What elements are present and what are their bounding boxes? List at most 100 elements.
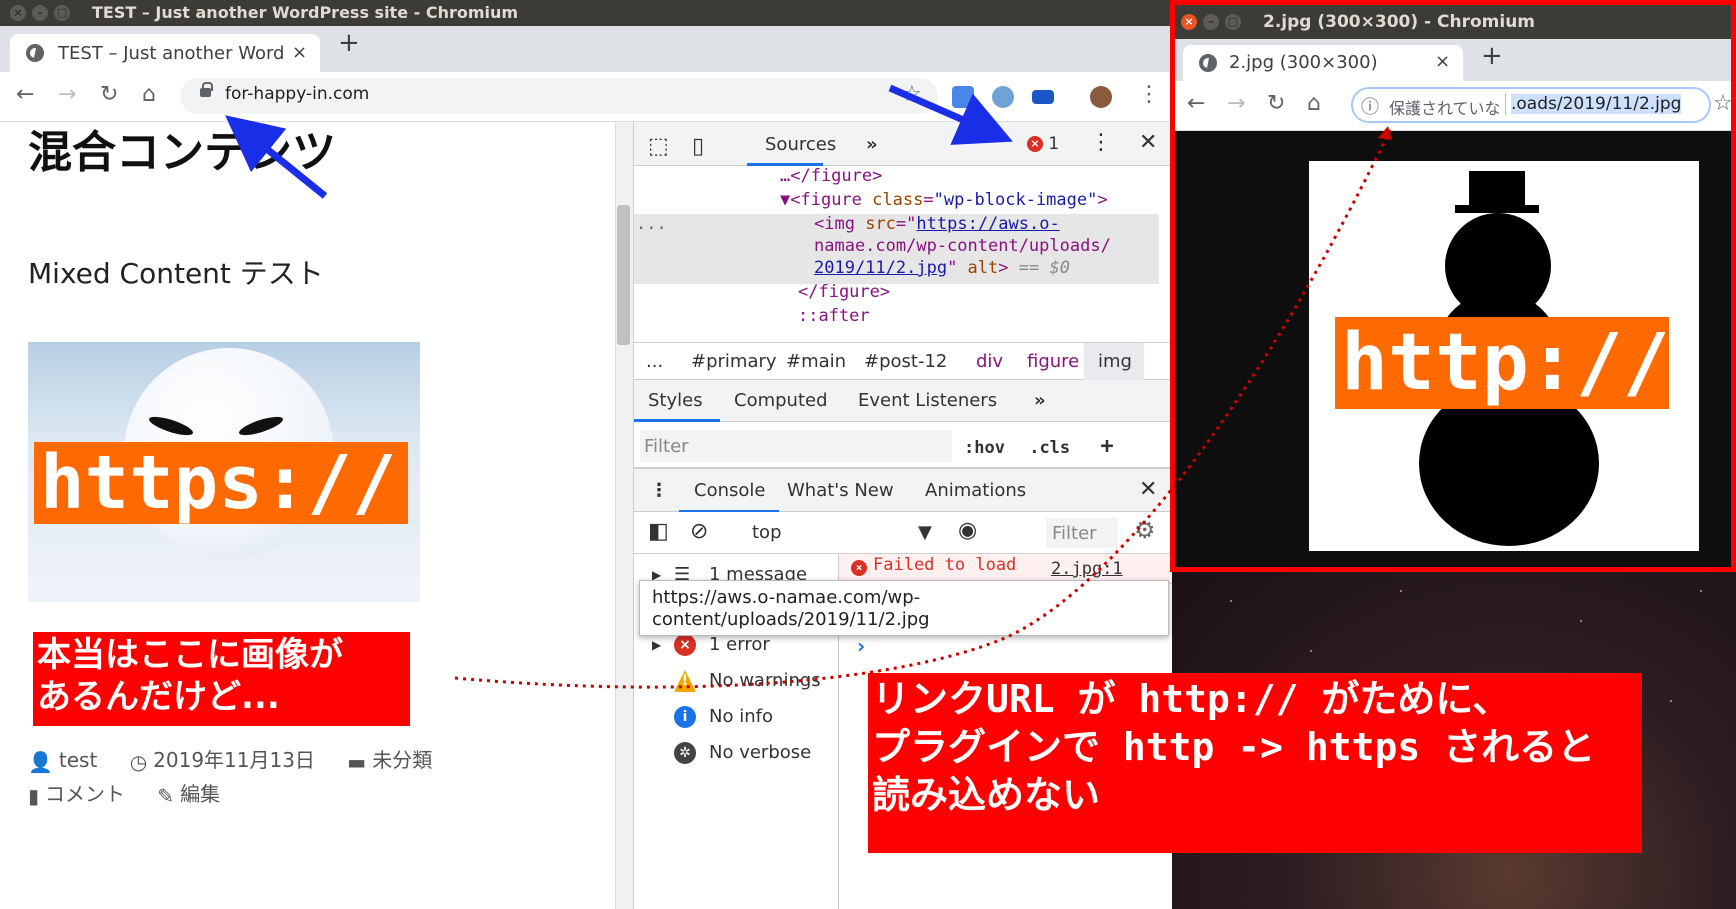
avatar[interactable]	[1090, 86, 1112, 108]
date-link[interactable]: 2019年11月13日	[153, 748, 315, 772]
tab-close-icon[interactable]: ×	[1435, 51, 1450, 72]
translate-extension-icon[interactable]	[952, 86, 974, 108]
tab-console[interactable]: Console	[694, 480, 765, 501]
new-rule-button[interactable]: +	[1100, 434, 1113, 459]
new-tab-button[interactable]: +	[1481, 41, 1503, 71]
minimize-window-icon[interactable]: –	[1203, 14, 1219, 30]
maximize-window-icon[interactable]: □	[1225, 14, 1241, 30]
address-bar[interactable]: ⓘ 保護されていな .oads/2019/11/2.jpg	[1351, 87, 1711, 123]
sidebar-item-verbose[interactable]: No verbose	[709, 742, 811, 763]
bookmark-star-icon[interactable]: ☆	[902, 82, 922, 107]
tab-whats-new[interactable]: What's New	[787, 480, 894, 501]
new-tab-button[interactable]: +	[338, 28, 360, 58]
devtools-top-bar: ⬚ ▯ Sources » × 1 ⋮ ✕	[634, 122, 1172, 166]
back-icon[interactable]: ←	[16, 82, 34, 107]
breadcrumb-item[interactable]: img	[1098, 351, 1132, 372]
edit-link[interactable]: 編集	[180, 782, 220, 806]
dom-line[interactable]: ▼<figure class="wp-block-image">	[780, 190, 1108, 210]
breadcrumb-item[interactable]: ...	[646, 351, 663, 372]
browser-tab[interactable]: 2.jpg (300×300) ×	[1183, 45, 1463, 81]
breadcrumb-item[interactable]: #main	[786, 351, 846, 372]
more-tabs-icon[interactable]: »	[1034, 390, 1046, 411]
sidebar-item-errors[interactable]: 1 error	[709, 634, 770, 655]
hat-brim	[1455, 205, 1539, 213]
tab-close-icon[interactable]: ×	[292, 42, 307, 63]
back-icon[interactable]: ←	[1187, 91, 1205, 116]
close-window-icon[interactable]: ×	[1181, 14, 1197, 30]
tab-computed[interactable]: Computed	[734, 390, 828, 411]
tab-animations[interactable]: Animations	[925, 480, 1026, 501]
cls-toggle[interactable]: .cls	[1029, 438, 1070, 458]
error-source-link[interactable]: 2.jpg:1	[1051, 559, 1123, 579]
hov-toggle[interactable]: :hov	[964, 438, 1005, 458]
sidebar-item-info[interactable]: No info	[709, 706, 773, 727]
forward-icon[interactable]: →	[1227, 91, 1245, 116]
error-icon: ×	[674, 634, 696, 656]
breadcrumb-item[interactable]: figure	[1027, 351, 1079, 372]
breadcrumb-item[interactable]: div	[976, 351, 1003, 372]
src-link[interactable]: 2019/11/2.jpg	[814, 258, 947, 278]
home-icon[interactable]: ⌂	[1307, 91, 1321, 116]
snowman-http-image: http://	[1309, 161, 1699, 551]
devtools-menu-icon[interactable]: ⋮	[1090, 130, 1112, 155]
device-toolbar-icon[interactable]: ▯	[692, 134, 704, 159]
image-browser-window: × – □ 2.jpg (300×300) - Chromium 2.jpg (…	[1170, 0, 1736, 572]
dom-line[interactable]: 2019/11/2.jpg" alt> == $0	[814, 258, 1070, 278]
inspect-element-icon[interactable]: ⬚	[648, 134, 669, 159]
sidebar-item-warnings[interactable]: No warnings	[709, 670, 821, 691]
error-icon: ×	[1027, 136, 1043, 152]
tab-styles[interactable]: Styles	[648, 390, 703, 411]
devtools-close-icon[interactable]: ✕	[1139, 130, 1157, 155]
dom-line[interactable]: <img src="https://aws.o-	[814, 214, 1060, 234]
console-filter-input[interactable]: Filter	[1046, 518, 1118, 548]
maximize-window-icon[interactable]: □	[54, 5, 70, 21]
globe-icon	[26, 44, 44, 62]
dom-line[interactable]: </figure>	[798, 282, 890, 302]
eye-icon[interactable]: ◉	[958, 518, 977, 543]
src-link[interactable]: https://aws.o-	[916, 214, 1059, 234]
author-link[interactable]: test	[59, 748, 97, 772]
warning-icon: !	[674, 670, 696, 692]
minimize-window-icon[interactable]: –	[32, 5, 48, 21]
styles-filter-input[interactable]: Filter	[640, 430, 952, 462]
styles-filter-row: Filter :hov .cls +	[634, 422, 1172, 468]
error-counter[interactable]: × 1	[1027, 134, 1059, 154]
page-scrollbar-thumb[interactable]	[617, 205, 630, 345]
breadcrumb-item[interactable]: #primary	[691, 351, 777, 372]
sidebar-toggle-icon[interactable]: ◧	[648, 519, 669, 544]
drawer-menu-icon[interactable]: ⋮	[650, 480, 668, 501]
context-select[interactable]: top ▼	[752, 522, 942, 543]
selected-marker: == $0	[1018, 258, 1070, 278]
forward-icon[interactable]: →	[58, 82, 76, 107]
comment-link[interactable]: コメント	[45, 782, 125, 806]
src-link[interactable]: namae.com/wp-content/uploads/	[814, 236, 1111, 256]
post-meta: 👤 test ◷ 2019年11月13日 ▬ 未分類	[28, 744, 432, 774]
dom-line[interactable]: …</figure>	[780, 166, 882, 186]
reload-icon[interactable]: ↻	[100, 82, 118, 107]
address-bar[interactable]: for-happy-in.com ☆	[180, 78, 938, 114]
error-icon: ×	[851, 560, 867, 576]
breadcrumb-item[interactable]: #post-12	[864, 351, 947, 372]
clear-console-icon[interactable]: ⊘	[690, 519, 708, 544]
tab-sources[interactable]: Sources	[765, 134, 836, 155]
chevron-down-icon: ▼	[918, 522, 932, 543]
dom-ellipsis[interactable]: ...	[636, 214, 667, 234]
home-icon[interactable]: ⌂	[142, 82, 156, 107]
more-panels-icon[interactable]: »	[866, 134, 878, 155]
console-prompt[interactable]: ›	[857, 634, 865, 658]
zip-extension-icon[interactable]	[1032, 90, 1054, 104]
drawer-close-icon[interactable]: ✕	[1139, 477, 1157, 502]
dom-line[interactable]: ::after	[798, 306, 870, 326]
menu-kebab-icon[interactable]: ⋮	[1138, 82, 1160, 107]
reload-icon[interactable]: ↻	[1267, 91, 1285, 116]
browser-tab[interactable]: TEST – Just another Word ×	[10, 34, 320, 72]
tab-title: TEST – Just another Word	[58, 43, 285, 64]
category-link[interactable]: 未分類	[372, 748, 432, 772]
globe-icon	[1199, 54, 1217, 72]
gear-icon[interactable]: ⚙	[1134, 516, 1156, 544]
expand-arrow-icon[interactable]: ▶	[652, 638, 661, 652]
close-window-icon[interactable]: ×	[10, 5, 26, 21]
bookmark-star-icon[interactable]: ☆	[1713, 91, 1731, 116]
extension-icon[interactable]	[992, 86, 1014, 108]
tab-event-listeners[interactable]: Event Listeners	[858, 390, 997, 411]
